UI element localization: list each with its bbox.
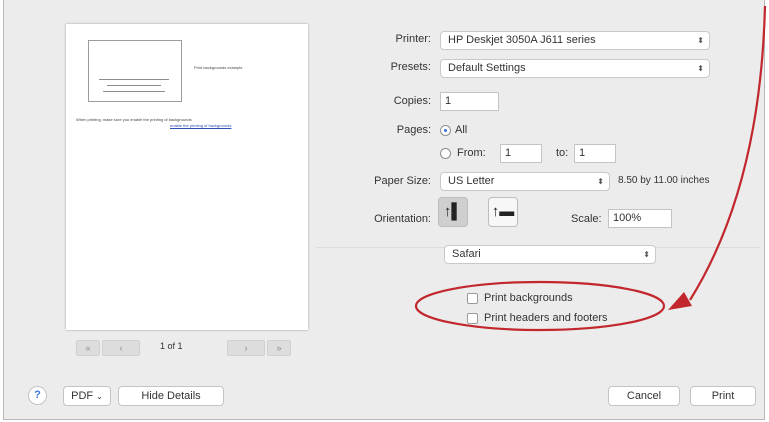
annotation-arrow-line (689, 5, 767, 301)
annotation-arrowhead (668, 292, 692, 310)
annotation-overlay (414, 5, 767, 332)
annotation-ellipse (414, 280, 666, 332)
